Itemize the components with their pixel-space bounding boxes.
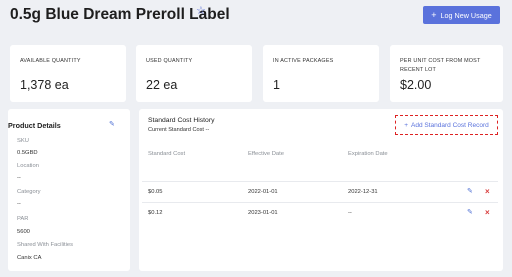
stat-label: AVAILABLE QUANTITY	[20, 58, 81, 64]
category-label: Category	[17, 189, 41, 195]
sku-label: SKU	[17, 138, 29, 144]
effective-date-cell: 2022-01-01	[248, 189, 278, 195]
stat-value: 1,378 ea	[20, 78, 69, 92]
add-standard-cost-record-button[interactable]: + Add Standard Cost Record	[395, 115, 498, 135]
expiration-date-cell: 2022-12-31	[348, 189, 378, 195]
column-header-standard-cost: Standard Cost	[148, 151, 186, 157]
log-new-usage-label: Log New Usage	[440, 10, 492, 20]
plus-icon: +	[404, 121, 409, 129]
location-label: Location	[17, 163, 39, 169]
column-header-effective-date: Effective Date	[248, 151, 284, 157]
par-label: PAR	[17, 216, 29, 222]
category-value: --	[17, 201, 21, 207]
shared-facilities-value: Canix CA	[17, 255, 42, 261]
location-value: --	[17, 175, 21, 181]
stat-card-per-unit-cost: PER UNIT COST FROM MOST RECENT LOT $2.00	[390, 45, 503, 102]
stat-value: $2.00	[400, 78, 432, 92]
star-icon[interactable]: ☆	[196, 6, 206, 17]
stat-label: IN ACTIVE PACKAGES	[273, 58, 334, 64]
stat-label: PER UNIT COST FROM MOST RECENT LOT	[400, 58, 481, 73]
page-header: 0.5g Blue Dream Preroll Label ☆ + Log Ne…	[10, 6, 500, 28]
par-value: 5600	[17, 229, 30, 235]
sku-value: 0.5GBD	[17, 150, 38, 156]
delete-icon[interactable]: ×	[485, 188, 490, 196]
stat-label: USED QUANTITY	[146, 58, 193, 64]
plus-icon: +	[431, 9, 437, 20]
stat-card-in-active-packages: IN ACTIVE PACKAGES 1	[263, 45, 379, 102]
stat-value: 1	[273, 78, 280, 92]
current-standard-cost: Current Standard Cost --	[148, 127, 210, 133]
row-divider	[142, 181, 498, 182]
stat-value: 22 ea	[146, 78, 178, 92]
effective-date-cell: 2023-01-01	[248, 210, 278, 216]
cost-history-title: Standard Cost History	[148, 117, 215, 124]
edit-icon[interactable]: ✎	[467, 209, 473, 216]
row-divider	[142, 202, 498, 203]
cost-cell: $0.12	[148, 210, 163, 216]
product-details-title: Product Details	[8, 121, 61, 130]
add-standard-cost-record-label: Add Standard Cost Record	[411, 121, 489, 129]
log-new-usage-button[interactable]: + Log New Usage	[423, 6, 500, 24]
cost-cell: $0.05	[148, 189, 163, 195]
edit-icon[interactable]: ✎	[467, 188, 473, 195]
shared-facilities-label: Shared With Facilities	[17, 242, 74, 248]
delete-icon[interactable]: ×	[485, 209, 490, 217]
column-header-expiration-date: Expiration Date	[348, 151, 388, 157]
expiration-date-cell: --	[348, 210, 352, 216]
stat-card-available-quantity: AVAILABLE QUANTITY 1,378 ea	[10, 45, 126, 102]
stat-card-used-quantity: USED QUANTITY 22 ea	[136, 45, 252, 102]
edit-icon[interactable]: ✎	[109, 121, 115, 128]
